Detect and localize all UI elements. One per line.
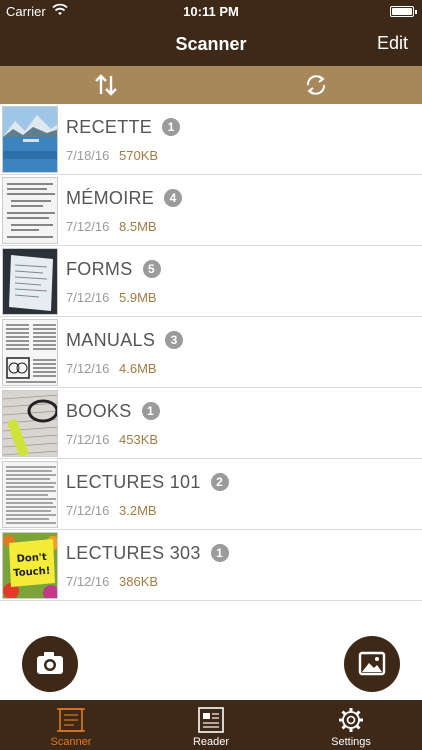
document-size: 453KB	[119, 432, 159, 447]
document-date: 7/12/16	[66, 290, 110, 305]
document-list: RECETTE 1 7/18/16 570KB MÉMOIRE 4 7/12/16 …	[0, 104, 422, 601]
document-date: 7/12/16	[66, 219, 110, 234]
document-thumbnail	[2, 319, 58, 386]
document-thumbnail	[2, 177, 58, 244]
document-name: BOOKS 1	[66, 401, 160, 422]
refresh-icon[interactable]	[303, 72, 329, 98]
document-thumbnail: Don't Touch!	[2, 532, 58, 599]
camera-icon	[37, 652, 63, 674]
clock: 10:11 PM	[183, 4, 239, 19]
document-name: MANUALS 3	[66, 330, 184, 351]
list-item[interactable]: MÉMOIRE 4 7/12/16 8.5MB	[0, 175, 422, 246]
list-item[interactable]: LECTURES 101 2 7/12/16 3.2MB	[0, 459, 422, 530]
list-item[interactable]: FORMS 5 7/12/16 5.9MB	[0, 246, 422, 317]
document-size: 386KB	[119, 574, 159, 589]
camera-button[interactable]	[22, 636, 78, 692]
image-icon	[358, 651, 386, 676]
page-count-badge: 1	[141, 402, 160, 420]
document-thumbnail	[2, 248, 58, 315]
list-item[interactable]: BOOKS 1 7/12/16 453KB	[0, 388, 422, 459]
document-name: LECTURES 303 1	[66, 543, 229, 564]
document-name: MÉMOIRE 4	[66, 188, 183, 209]
toolbar	[0, 66, 422, 104]
gallery-button[interactable]	[344, 636, 400, 692]
list-item[interactable]: RECETTE 1 7/18/16 570KB	[0, 104, 422, 175]
tab-label: Settings	[331, 736, 371, 748]
battery-icon	[390, 6, 417, 17]
document-size: 5.9MB	[119, 290, 157, 305]
list-item[interactable]: MANUALS 3 7/12/16 4.6MB	[0, 317, 422, 388]
page-count-badge: 5	[142, 260, 161, 278]
edit-button[interactable]: Edit	[377, 33, 408, 54]
document-date: 7/12/16	[66, 361, 110, 376]
tab-scanner[interactable]: Scanner	[1, 700, 141, 750]
document-size: 3.2MB	[119, 503, 157, 518]
sort-arrows-icon[interactable]	[93, 72, 119, 98]
tab-bar: Scanner Reader Settings	[0, 700, 422, 750]
gear-icon	[339, 708, 363, 732]
document-date: 7/18/16	[66, 148, 110, 163]
page-count-badge: 1	[162, 118, 181, 136]
document-date: 7/12/16	[66, 574, 110, 589]
tab-reader[interactable]: Reader	[141, 700, 281, 750]
document-thumbnail	[2, 461, 58, 528]
reader-icon	[198, 707, 224, 733]
document-size: 8.5MB	[119, 219, 157, 234]
page-title: Scanner	[175, 34, 247, 54]
page-count-badge: 3	[165, 331, 184, 349]
document-size: 570KB	[119, 148, 159, 163]
document-name: LECTURES 101 2	[66, 472, 229, 493]
document-name: FORMS 5	[66, 259, 161, 280]
scanner-icon	[57, 708, 85, 732]
list-item[interactable]: Don't Touch! LECTURES 303 1 7/12/16 386KB	[0, 530, 422, 601]
page-count-badge: 1	[210, 544, 229, 562]
status-bar: Carrier 10:11 PM	[0, 0, 422, 24]
page-count-badge: 4	[164, 189, 183, 207]
document-name: RECETTE 1	[66, 117, 181, 138]
document-date: 7/12/16	[66, 503, 110, 518]
tab-label: Reader	[192, 736, 230, 748]
document-thumbnail	[2, 106, 58, 173]
tab-settings[interactable]: Settings	[281, 700, 421, 750]
page-count-badge: 2	[210, 473, 229, 491]
nav-bar: Scanner Edit	[0, 24, 422, 66]
sticky-note-text: Don't	[16, 552, 47, 565]
document-size: 4.6MB	[119, 361, 157, 376]
document-thumbnail	[2, 390, 58, 457]
document-date: 7/12/16	[66, 432, 110, 447]
tab-label: Scanner	[50, 736, 92, 748]
